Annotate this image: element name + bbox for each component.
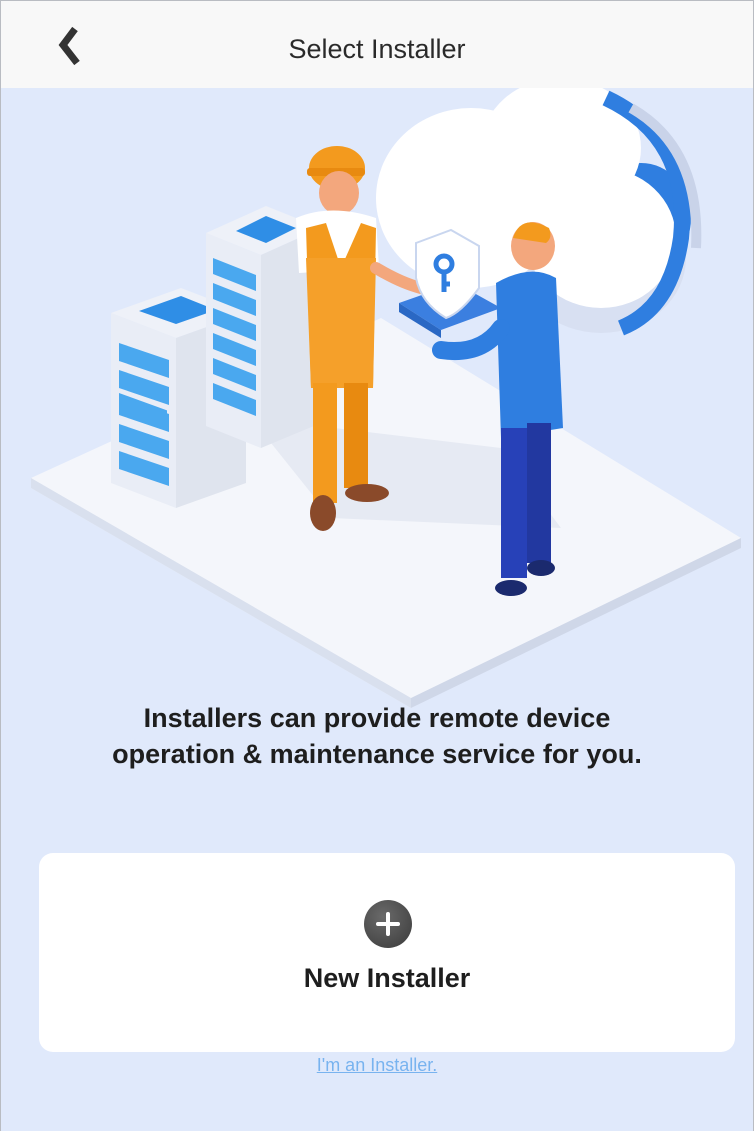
- navigation-bar: Select Installer: [1, 0, 753, 88]
- im-an-installer-link[interactable]: I'm an Installer.: [1, 1055, 753, 1076]
- select-installer-screen: Select Installer Installers can provide …: [0, 0, 754, 1131]
- page-title: Select Installer: [288, 34, 466, 64]
- new-installer-label: New Installer: [303, 963, 471, 993]
- new-installer-button[interactable]: New Installer: [39, 853, 735, 1052]
- info-text-line-2: operation & maintenance service for you.: [112, 739, 642, 769]
- plus-circle-icon: [364, 900, 412, 948]
- info-text-line-1: Installers can provide remote device: [143, 703, 611, 733]
- installer-illustration: [31, 88, 741, 708]
- installer-info-text: Installers can provide remote device ope…: [41, 700, 713, 772]
